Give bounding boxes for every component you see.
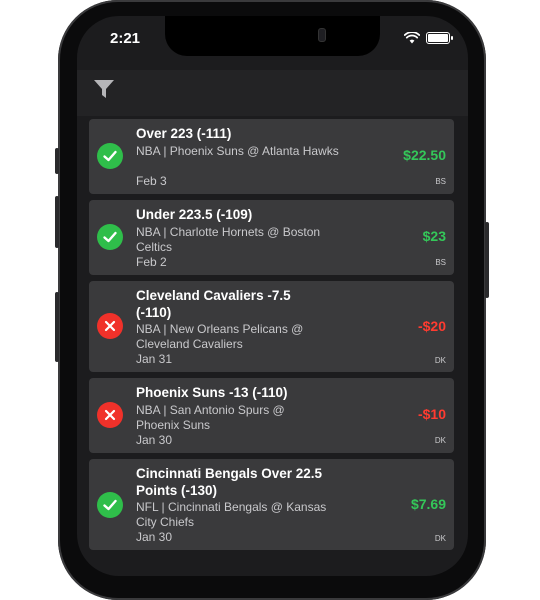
won-badge: [97, 143, 123, 169]
bet-amount: $23: [422, 228, 446, 244]
bet-list: Over 223 (-111) NBA | Phoenix Suns @ Atl…: [89, 119, 454, 556]
bet-card[interactable]: Phoenix Suns -13 (-110) NBA | San Antoni…: [89, 378, 454, 453]
bet-card[interactable]: Cincinnati Bengals Over 22.5 Points (-13…: [89, 459, 454, 550]
camera-icon: [318, 28, 326, 42]
bet-amount: $22.50: [403, 147, 446, 163]
phone-volume-up-button: [55, 196, 59, 248]
bet-date: Feb 2: [136, 255, 167, 269]
sportsbook-label: DK: [434, 356, 446, 365]
x-mark-icon: [104, 320, 116, 332]
sportsbook-label: BS: [435, 177, 446, 186]
lost-badge: [97, 402, 123, 428]
bet-date: Feb 3: [136, 174, 167, 188]
bet-amount: $7.69: [410, 496, 446, 512]
bet-title: Cleveland Cavaliers -7.5 (-110): [136, 288, 291, 320]
bet-date: Jan 31: [136, 352, 173, 366]
checkmark-icon: [103, 150, 117, 162]
bet-date: Jan 30: [136, 530, 173, 544]
filter-icon[interactable]: [93, 78, 115, 100]
bet-card[interactable]: Over 223 (-111) NBA | Phoenix Suns @ Atl…: [89, 119, 454, 194]
lost-badge: [97, 313, 123, 339]
won-badge: [97, 492, 123, 518]
bet-game: NFL | Cincinnati Bengals @ Kansas City C…: [136, 500, 327, 529]
bet-title: Over 223 (-111): [136, 126, 232, 141]
status-time: 2:21: [110, 30, 141, 47]
bet-title: Under 223.5 (-109): [136, 207, 253, 222]
toolbar: [77, 70, 468, 116]
bet-game: NBA | New Orleans Pelicans @ Cleveland C…: [136, 322, 304, 351]
bet-title: Cincinnati Bengals Over 22.5 Points (-13…: [136, 466, 323, 498]
bet-card[interactable]: Under 223.5 (-109) NBA | Charlotte Horne…: [89, 200, 454, 275]
won-badge: [97, 224, 123, 250]
wifi-icon: [404, 32, 420, 44]
bet-date: Jan 30: [136, 433, 173, 447]
x-mark-icon: [104, 409, 116, 421]
sportsbook-label: BS: [435, 258, 446, 267]
bet-game: NBA | Phoenix Suns @ Atlanta Hawks: [136, 144, 339, 158]
battery-icon: [426, 32, 453, 44]
status-icons: [404, 32, 453, 44]
phone-power-button: [485, 222, 489, 298]
sportsbook-label: DK: [434, 436, 446, 445]
bet-game: NBA | San Antonio Spurs @ Phoenix Suns: [136, 403, 285, 432]
phone-side-button: [55, 148, 59, 174]
bet-amount: -$20: [417, 318, 446, 334]
bet-card[interactable]: Cleveland Cavaliers -7.5 (-110) NBA | Ne…: [89, 281, 454, 372]
checkmark-icon: [103, 231, 117, 243]
sportsbook-label: DK: [434, 534, 446, 543]
bet-title: Phoenix Suns -13 (-110): [136, 385, 288, 400]
phone-volume-down-button: [55, 292, 59, 362]
checkmark-icon: [103, 499, 117, 511]
notch: [165, 16, 380, 56]
bet-game: NBA | Charlotte Hornets @ Boston Celtics: [136, 225, 321, 254]
bet-amount: -$10: [417, 406, 446, 422]
app-screen: 2:21 Over 223 (-111) NBA | Phoenix Suns …: [77, 16, 468, 576]
